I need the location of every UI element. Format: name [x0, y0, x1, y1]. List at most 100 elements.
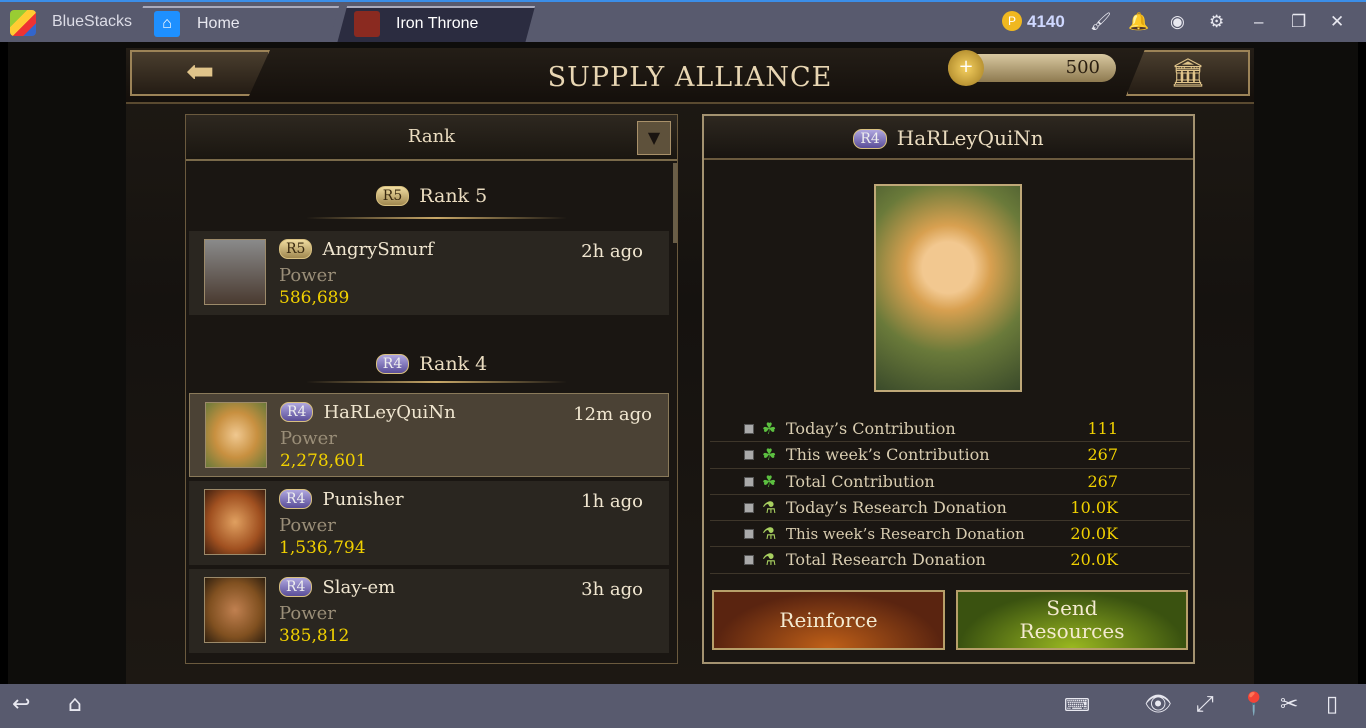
keyboard-icon[interactable]: ⌨ — [1064, 695, 1090, 716]
power-value: 2,278,601 — [280, 451, 367, 471]
send-resources-label: Send Resources — [1019, 596, 1125, 643]
power-value: 586,689 — [279, 288, 350, 308]
last-seen: 12m ago — [573, 404, 652, 425]
last-seen: 2h ago — [581, 241, 643, 262]
stat-label: This week’s Contribution — [786, 445, 990, 465]
close-icon[interactable]: ✕ — [1330, 12, 1344, 32]
home-icon: ⌂ — [154, 11, 180, 37]
member-detail-panel: R4 HaRLeyQuiNn ☘ Today’s Contribution 111 ☘… — [702, 114, 1195, 664]
header: ⬅ SUPPLY ALLIANCE 500 + 🏛 — [126, 48, 1254, 104]
stat-label: Total Contribution — [786, 471, 935, 491]
game-viewport: ⬅ SUPPLY ALLIANCE 500 + 🏛 Rank ▼ R5 Rank 5… — [8, 42, 1358, 684]
bottom-toolbar: ↩ ⌂ ⌨ 👁 ⤢ 📍 ✂ ▯ — [0, 684, 1366, 728]
coin-icon: P — [1002, 11, 1022, 31]
detail-member-name: HaRLeyQuiNn — [896, 126, 1044, 150]
coin-count: 4140 — [1027, 12, 1065, 31]
stat-row: ⚗ Total Research Donation 20.0K — [710, 547, 1190, 574]
stat-value: 20.0K — [1070, 550, 1118, 570]
power-label: Power — [279, 515, 336, 536]
bank-icon: 🏛 — [1170, 56, 1206, 89]
add-coin-icon[interactable]: + — [948, 50, 984, 86]
sort-dropdown[interactable]: Rank ▼ — [186, 115, 677, 161]
rank-badge: R4 — [280, 402, 314, 422]
flask-icon: ⚗ — [762, 497, 777, 517]
avatar — [204, 577, 266, 643]
member-row[interactable]: R5 AngrySmurf 2h ago Power 586,689 — [189, 231, 669, 315]
window-titlebar: BlueStacks ⌂ Home Iron Throne P 4140 🖌 🔔… — [0, 0, 1366, 44]
gear-icon[interactable]: ⚙ — [1209, 12, 1224, 32]
member-row-selected[interactable]: R4 HaRLeyQuiNn 12m ago Power 2,278,601 — [189, 393, 669, 477]
stat-row: ⚗ Today’s Research Donation 10.0K — [710, 495, 1190, 522]
bank-button[interactable]: 🏛 — [1126, 50, 1250, 96]
last-seen: 3h ago — [581, 579, 643, 600]
rank-badge: R4 — [279, 577, 313, 597]
power-label: Power — [279, 265, 336, 286]
power-value: 1,536,794 — [279, 538, 366, 558]
dropdown-arrow-icon[interactable]: ▼ — [637, 121, 671, 155]
member-name: Slay-em — [322, 577, 396, 598]
power-value: 385,812 — [279, 626, 350, 646]
rank-badge: R5 — [375, 186, 410, 206]
tab-home-label: Home — [197, 15, 240, 32]
member-row[interactable]: R4 Punisher 1h ago Power 1,536,794 — [189, 481, 669, 565]
supply-alliance-screen: ⬅ SUPPLY ALLIANCE 500 + 🏛 Rank ▼ R5 Rank 5… — [126, 48, 1254, 684]
back-icon[interactable]: ↩ — [12, 692, 30, 717]
member-name: Punisher — [322, 489, 404, 510]
bell-icon[interactable]: 🔔 — [1128, 12, 1149, 32]
stat-label: Today’s Research Donation — [786, 497, 1007, 517]
stat-row: ☘ Total Contribution 267 — [710, 469, 1190, 495]
scissors-icon[interactable]: ✂ — [1280, 692, 1298, 717]
rank-label: Rank 5 — [419, 185, 488, 207]
stat-value: 267 — [1087, 445, 1118, 465]
stat-label: Today’s Contribution — [786, 419, 956, 438]
send-resources-button[interactable]: Send Resources — [956, 590, 1188, 650]
rank-group-header: R5 Rank 5 — [186, 161, 677, 227]
stat-value: 20.0K — [1070, 524, 1118, 544]
member-row[interactable]: R4 Slay-em 3h ago Power 385,812 — [189, 569, 669, 653]
rank-label: Rank 4 — [419, 353, 488, 375]
tab-iron-throne-label: Iron Throne — [396, 15, 479, 32]
member-name: AngrySmurf — [322, 239, 434, 260]
stat-value: 267 — [1087, 471, 1118, 491]
rank-badge: R5 — [279, 239, 313, 259]
flask-icon: ⚗ — [762, 550, 777, 570]
stat-row: ⚗ This week’s Research Donation 20.0K — [710, 521, 1190, 548]
minimize-icon[interactable]: – — [1254, 12, 1263, 32]
member-portrait — [874, 184, 1022, 392]
stat-label: Total Research Donation — [786, 550, 986, 570]
home-icon[interactable]: ⌂ — [68, 692, 82, 717]
stat-label: This week’s Research Donation — [786, 525, 1025, 544]
restore-icon[interactable]: ❐ — [1291, 12, 1306, 32]
reinforce-button[interactable]: Reinforce — [712, 590, 945, 650]
rank-badge: R4 — [375, 354, 410, 374]
location-icon[interactable]: 📍 — [1240, 692, 1267, 717]
account-icon[interactable]: ◉ — [1170, 12, 1185, 32]
avatar — [204, 239, 266, 305]
member-list-panel: Rank ▼ R5 Rank 5 R5 AngrySmurf 2h ago Power… — [185, 114, 678, 664]
avatar — [205, 402, 267, 468]
app-name: BlueStacks — [52, 13, 133, 30]
stat-value: 10.0K — [1070, 497, 1118, 517]
bluestacks-logo — [10, 10, 36, 36]
fullscreen-icon[interactable]: ⤢ — [1196, 692, 1214, 717]
clover-icon: ☘ — [762, 445, 777, 465]
stat-row: ☘ This week’s Contribution 267 — [710, 442, 1190, 469]
rank-badge: R4 — [279, 489, 313, 509]
eye-icon[interactable]: 👁 — [1144, 692, 1172, 717]
sort-selected: Rank — [407, 126, 456, 147]
last-seen: 1h ago — [581, 491, 643, 512]
stat-value: 111 — [1087, 419, 1118, 438]
stat-row: ☘ Today’s Contribution 111 — [710, 416, 1190, 443]
game-icon — [354, 11, 380, 37]
avatar — [204, 489, 266, 555]
brush-icon[interactable]: 🖌 — [1090, 12, 1112, 32]
flask-icon: ⚗ — [762, 524, 777, 544]
rotate-icon[interactable]: ▯ — [1326, 692, 1338, 717]
power-label: Power — [280, 428, 337, 449]
stats-list: ☘ Today’s Contribution 111 ☘ This week’s Co… — [710, 416, 1190, 574]
power-label: Power — [279, 603, 336, 624]
member-name: HaRLeyQuiNn — [323, 402, 456, 423]
clover-icon: ☘ — [762, 419, 777, 438]
rank-group-header: R4 Rank 4 — [186, 315, 677, 389]
rank-badge: R4 — [853, 129, 887, 149]
